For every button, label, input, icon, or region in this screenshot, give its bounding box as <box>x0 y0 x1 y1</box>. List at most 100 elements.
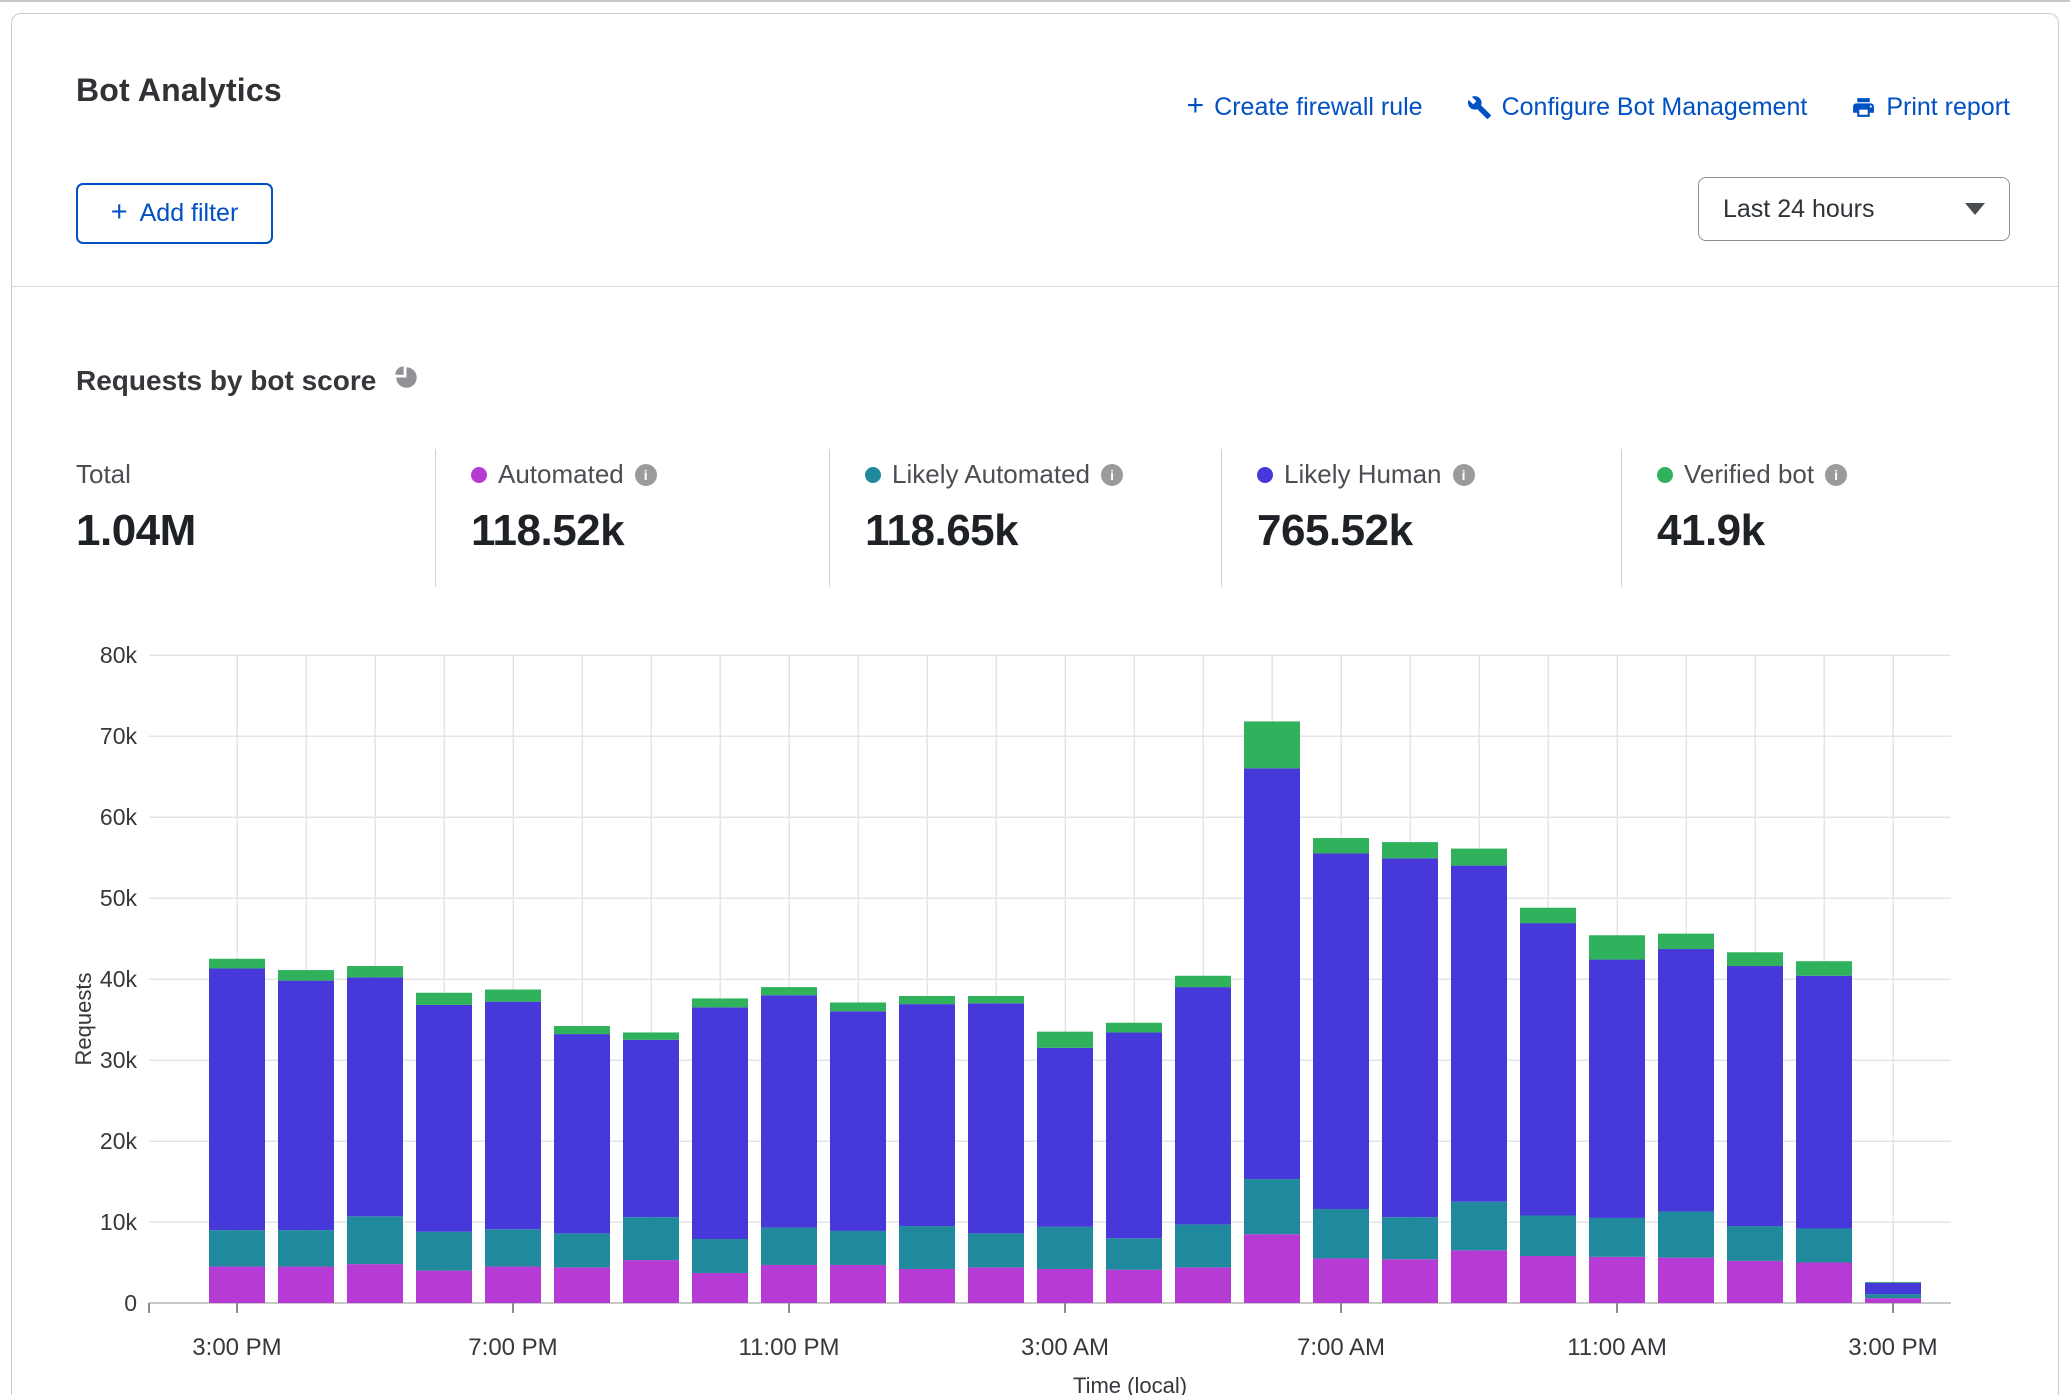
info-icon[interactable]: i <box>1101 464 1123 486</box>
chart-bar-segment[interactable] <box>485 1229 541 1266</box>
chart-bar-segment[interactable] <box>1382 858 1438 1217</box>
chart-bar-segment[interactable] <box>209 1267 265 1303</box>
chart-bar-segment[interactable] <box>1865 1282 1921 1283</box>
chart-bar-segment[interactable] <box>1106 1238 1162 1270</box>
chart-bar-segment[interactable] <box>278 981 334 1230</box>
create-firewall-rule-link[interactable]: + Create firewall rule <box>1187 92 1423 122</box>
chart-bar-segment[interactable] <box>623 1260 679 1303</box>
chart-bar-segment[interactable] <box>416 1005 472 1232</box>
chart-bar-segment[interactable] <box>1520 1216 1576 1257</box>
chart-bar-segment[interactable] <box>209 968 265 1230</box>
info-icon[interactable]: i <box>1453 464 1475 486</box>
chart-bar-segment[interactable] <box>830 1011 886 1231</box>
chart-bar-segment[interactable] <box>1313 1209 1369 1258</box>
chart-bar-segment[interactable] <box>968 996 1024 1003</box>
chart-bar-segment[interactable] <box>1727 1226 1783 1261</box>
chart-bar-segment[interactable] <box>1796 961 1852 976</box>
chart-bar-segment[interactable] <box>1727 966 1783 1226</box>
chart-bar-segment[interactable] <box>209 1230 265 1266</box>
chart-bar-segment[interactable] <box>1451 1202 1507 1251</box>
chart-bar-segment[interactable] <box>830 1231 886 1265</box>
info-icon[interactable]: i <box>635 464 657 486</box>
chart-bar-segment[interactable] <box>1658 1211 1714 1257</box>
chart-bar-segment[interactable] <box>1589 960 1645 1218</box>
chart-bar-segment[interactable] <box>1175 1267 1231 1303</box>
chart-bar-segment[interactable] <box>1796 1263 1852 1304</box>
chart-bar-segment[interactable] <box>692 998 748 1007</box>
chart-bar-segment[interactable] <box>761 995 817 1227</box>
chart-bar-segment[interactable] <box>1796 976 1852 1229</box>
chart-bar-segment[interactable] <box>1520 1256 1576 1303</box>
chart-bar-segment[interactable] <box>416 1232 472 1271</box>
chart-bar-segment[interactable] <box>899 1004 955 1226</box>
chart-bar-segment[interactable] <box>1451 1250 1507 1303</box>
chart-bar-segment[interactable] <box>1382 842 1438 858</box>
chart-bar-segment[interactable] <box>692 1273 748 1303</box>
chart-bar-segment[interactable] <box>1244 1234 1300 1303</box>
chart-bar-segment[interactable] <box>1589 935 1645 959</box>
chart-bar-segment[interactable] <box>1244 721 1300 768</box>
chart-bar-segment[interactable] <box>830 1265 886 1303</box>
chart-bar-segment[interactable] <box>968 1267 1024 1303</box>
chart-bar-segment[interactable] <box>1037 1048 1093 1227</box>
chart-bar-segment[interactable] <box>692 1239 748 1273</box>
chart-bar-segment[interactable] <box>1382 1259 1438 1303</box>
chart-bar-segment[interactable] <box>1175 1224 1231 1267</box>
chart-bar-segment[interactable] <box>347 966 403 977</box>
chart-bar-segment[interactable] <box>830 1002 886 1011</box>
chart-bar-segment[interactable] <box>623 1217 679 1260</box>
chart-bar-segment[interactable] <box>1106 1270 1162 1303</box>
print-report-link[interactable]: Print report <box>1851 93 2010 122</box>
chart-bar-segment[interactable] <box>623 1040 679 1217</box>
chart-bar-segment[interactable] <box>485 1002 541 1230</box>
chart-bar-segment[interactable] <box>1037 1269 1093 1303</box>
chart-bar-segment[interactable] <box>485 1267 541 1303</box>
chart-bar-segment[interactable] <box>1313 1258 1369 1303</box>
chart-bar-segment[interactable] <box>347 977 403 1216</box>
chart-bar-segment[interactable] <box>485 990 541 1002</box>
chart-bar-segment[interactable] <box>1589 1257 1645 1303</box>
chart-bar-segment[interactable] <box>554 1034 610 1233</box>
chart-bar-segment[interactable] <box>761 987 817 995</box>
chart-bar-segment[interactable] <box>1865 1298 1921 1303</box>
chart-bar-segment[interactable] <box>554 1026 610 1034</box>
chart-bar-segment[interactable] <box>554 1233 610 1267</box>
chart-bar-segment[interactable] <box>968 1003 1024 1233</box>
chart-bar-segment[interactable] <box>1244 1179 1300 1234</box>
chart-bar-segment[interactable] <box>761 1265 817 1303</box>
chart-bar-segment[interactable] <box>347 1264 403 1303</box>
chart-bar-segment[interactable] <box>899 1226 955 1269</box>
chart-bar-segment[interactable] <box>278 970 334 981</box>
chart-bar-segment[interactable] <box>1451 866 1507 1202</box>
chart-bar-segment[interactable] <box>899 996 955 1004</box>
chart-bar-segment[interactable] <box>1313 838 1369 853</box>
chart-bar-segment[interactable] <box>347 1216 403 1264</box>
configure-bot-management-link[interactable]: Configure Bot Management <box>1467 93 1808 122</box>
chart-bar-segment[interactable] <box>416 1271 472 1303</box>
chart-bar-segment[interactable] <box>278 1230 334 1266</box>
chart-bar-segment[interactable] <box>1106 1032 1162 1238</box>
chart-bar-segment[interactable] <box>899 1269 955 1303</box>
chart-bar-segment[interactable] <box>692 1007 748 1239</box>
chart-bar-segment[interactable] <box>1658 949 1714 1211</box>
chart-bar-segment[interactable] <box>1037 1032 1093 1048</box>
chart-bar-segment[interactable] <box>1796 1228 1852 1262</box>
chart-bar-segment[interactable] <box>1658 934 1714 949</box>
chart-bar-segment[interactable] <box>1382 1217 1438 1259</box>
chart-bar-segment[interactable] <box>1175 987 1231 1224</box>
chart-bar-segment[interactable] <box>1106 1023 1162 1033</box>
chart-bar-segment[interactable] <box>1313 853 1369 1209</box>
chart-bar-segment[interactable] <box>1589 1218 1645 1257</box>
chart-bar-segment[interactable] <box>1451 849 1507 866</box>
chart-bar-segment[interactable] <box>554 1267 610 1303</box>
chart-bar-segment[interactable] <box>278 1267 334 1303</box>
info-icon[interactable]: i <box>1825 464 1847 486</box>
add-filter-button[interactable]: + Add filter <box>76 183 273 244</box>
chart-bar-segment[interactable] <box>761 1228 817 1265</box>
chart-bar-segment[interactable] <box>1727 952 1783 966</box>
chart-bar-segment[interactable] <box>1520 923 1576 1215</box>
chart-bar-segment[interactable] <box>968 1233 1024 1267</box>
chart-bar-segment[interactable] <box>209 959 265 969</box>
chart-bar-segment[interactable] <box>623 1032 679 1039</box>
chart-bar-segment[interactable] <box>1175 976 1231 987</box>
